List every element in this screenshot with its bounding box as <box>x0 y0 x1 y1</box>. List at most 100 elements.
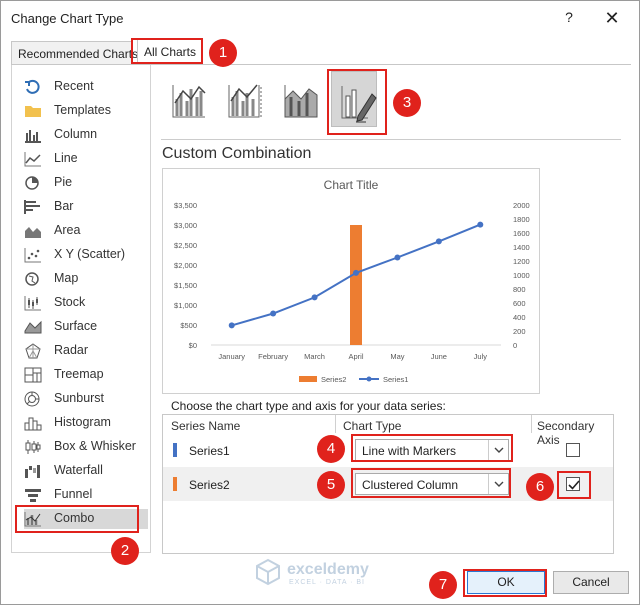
sidebar-item-label: Area <box>54 223 81 237</box>
sidebar-item-label: Box & Whisker <box>54 439 136 453</box>
chart-type-value: Clustered Column <box>362 478 459 492</box>
sidebar-item-label: Stock <box>54 295 86 309</box>
chart-type-select-series1[interactable]: Line with Markers <box>355 439 509 461</box>
dialog-title: Change Chart Type <box>11 11 124 26</box>
chart-category-list: Recent Templates Column Line Pie Bar Are… <box>11 65 151 553</box>
sidebar-item-label: Bar <box>54 199 74 213</box>
cancel-button[interactable]: Cancel <box>553 571 629 594</box>
callout-badge: 2 <box>111 537 139 565</box>
sidebar-item-waterfall[interactable]: Waterfall <box>24 461 148 481</box>
primary-y-tick-label: $1,500 <box>174 281 197 290</box>
sidebar-item-sunburst[interactable]: Sunburst <box>24 389 148 409</box>
help-button[interactable]: ? <box>561 9 577 27</box>
histogram-chart-icon <box>24 417 42 431</box>
funnel-chart-icon <box>25 489 41 502</box>
sidebar-item-combo[interactable]: Combo <box>24 509 148 529</box>
x-tick-label: January <box>218 352 245 361</box>
line-marker <box>353 269 359 276</box>
line-marker <box>311 294 318 301</box>
callout-badge: 4 <box>317 435 345 463</box>
sidebar-item-templates[interactable]: Templates <box>24 101 148 121</box>
series-color-swatch <box>173 477 177 491</box>
sidebar-item-surface[interactable]: Surface <box>24 317 148 337</box>
sidebar-item-radar[interactable]: Radar <box>24 341 148 361</box>
primary-y-tick-label: $0 <box>189 341 197 350</box>
secondary-y-tick-label: 600 <box>513 299 526 308</box>
radar-chart-icon <box>25 343 41 359</box>
legend-label-series1: Series1 <box>383 375 408 384</box>
chart-type-value: Line with Markers <box>362 444 457 458</box>
close-button[interactable]: ✕ <box>601 7 623 29</box>
primary-y-tick-label: $2,500 <box>174 241 197 250</box>
tab-all-charts[interactable]: All Charts <box>137 39 203 65</box>
exceldemy-watermark: exceldemy EXCEL · DATA · BI <box>249 557 389 587</box>
sidebar-item-label: Recent <box>54 79 94 93</box>
combo-type-stacked-area-column[interactable] <box>277 71 323 127</box>
sidebar-item-histogram[interactable]: Histogram <box>24 413 148 433</box>
sidebar-item-area[interactable]: Area <box>24 221 148 241</box>
sidebar-item-bar[interactable]: Bar <box>24 197 148 217</box>
sidebar-item-label: X Y (Scatter) <box>54 247 126 261</box>
callout-badge: 7 <box>429 571 457 599</box>
stock-chart-icon <box>24 296 41 311</box>
checkmark-icon <box>568 480 580 490</box>
watermark-title: exceldemy <box>287 561 369 578</box>
sidebar-item-recent[interactable]: Recent <box>24 77 148 97</box>
sidebar-item-label: Sunburst <box>54 391 105 405</box>
secondary-y-tick-label: 1400 <box>513 243 530 252</box>
x-tick-label: July <box>474 352 488 361</box>
sidebar-item-map[interactable]: Map <box>24 269 148 289</box>
secondary-axis-checkbox-series2[interactable] <box>566 477 580 491</box>
secondary-axis-checkbox-series1[interactable] <box>566 443 580 457</box>
x-tick-label: February <box>258 352 288 361</box>
change-chart-type-dialog: Change Chart Type ? ✕ Recommended Charts… <box>0 0 640 605</box>
chevron-down-icon[interactable] <box>488 474 508 494</box>
sidebar-item-box-whisker[interactable]: Box & Whisker <box>24 437 148 457</box>
callout-badge: 5 <box>317 471 345 499</box>
watermark-subtitle: EXCEL · DATA · BI <box>289 579 365 586</box>
sunburst-chart-icon <box>24 391 40 407</box>
sidebar-item-funnel[interactable]: Funnel <box>24 485 148 505</box>
secondary-y-tick-label: 1200 <box>513 257 530 266</box>
ok-button[interactable]: OK <box>467 571 545 594</box>
legend-label-series2: Series2 <box>321 375 346 384</box>
x-tick-label: June <box>431 352 447 361</box>
line-marker <box>477 221 484 228</box>
tab-recommended-charts[interactable]: Recommended Charts <box>11 41 138 65</box>
sidebar-item-line[interactable]: Line <box>24 149 148 169</box>
sidebar-item-column[interactable]: Column <box>24 125 148 145</box>
chart-type-select-series2[interactable]: Clustered Column <box>355 473 509 495</box>
sidebar-item-pie[interactable]: Pie <box>24 173 148 193</box>
series-color-swatch <box>173 443 177 457</box>
sidebar-item-xy-scatter[interactable]: X Y (Scatter) <box>24 245 148 265</box>
templates-folder-icon <box>25 106 41 117</box>
area-chart-icon <box>25 227 41 238</box>
column-chart-icon <box>25 130 41 143</box>
combo-type-clustered-column-line[interactable] <box>165 71 211 127</box>
header-separator <box>335 415 336 433</box>
map-chart-icon <box>25 272 39 286</box>
primary-y-tick-label: $2,000 <box>174 261 197 270</box>
section-divider <box>161 139 621 140</box>
box-whisker-chart-icon <box>25 440 41 454</box>
callout-badge: 3 <box>393 89 421 117</box>
primary-y-tick-label: $1,000 <box>174 301 197 310</box>
title-bar: Change Chart Type ? ✕ <box>1 1 639 35</box>
series-table-prompt: Choose the chart type and axis for your … <box>171 399 446 413</box>
combo-type-custom-combination[interactable] <box>331 71 377 127</box>
combo-chart-icon <box>24 512 41 527</box>
secondary-y-tick-label: 1600 <box>513 229 530 238</box>
custom-combination-icon <box>341 86 377 123</box>
combo-type-clustered-column-line-secondary[interactable] <box>221 71 267 127</box>
line-chart-icon <box>24 152 41 167</box>
sidebar-item-treemap[interactable]: Treemap <box>24 365 148 385</box>
chart-title: Chart Title <box>324 178 379 192</box>
chevron-down-icon[interactable] <box>488 440 508 460</box>
primary-y-tick-label: $3,500 <box>174 201 197 210</box>
pie-chart-icon <box>25 176 39 190</box>
sidebar-item-label: Line <box>54 151 78 165</box>
secondary-y-tick-label: 800 <box>513 285 526 294</box>
secondary-y-tick-label: 2000 <box>513 201 530 210</box>
sidebar-item-stock[interactable]: Stock <box>24 293 148 313</box>
line-marker <box>435 238 442 245</box>
